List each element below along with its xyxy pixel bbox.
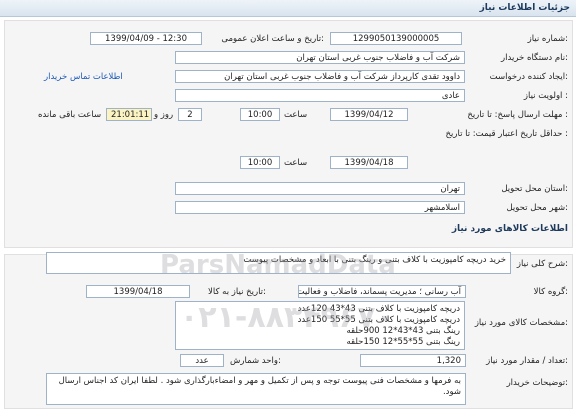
group-field: آب رسانی ؛ مدیریت پسماند، فاضلاب و فعالی… bbox=[298, 285, 466, 298]
qty-field: 1,320 bbox=[360, 354, 466, 367]
summary-label: شرح کلی نیاز: bbox=[516, 259, 568, 269]
unit-field: عدد bbox=[180, 354, 224, 367]
buyer-notes-field: به فرمها و مشخصات فنی پیوست توجه و پس از… bbox=[46, 373, 466, 405]
watermark-brand: ParsNamadData bbox=[160, 250, 396, 280]
goods-section-title: اطلاعات کالاهای مورد نیاز bbox=[451, 224, 568, 234]
specs-line: رینگ بتنی 55*55*12 150حلقه bbox=[346, 337, 461, 347]
creator-label: ایجاد کننده درخواست: bbox=[489, 72, 568, 82]
remaining-time-label: ساعت باقی مانده bbox=[38, 110, 102, 120]
group-label: گروه کالا: bbox=[533, 287, 568, 297]
remaining-time-field: 21:01:11 bbox=[106, 108, 152, 121]
page-header: جزئیات اطلاعات نیاز bbox=[0, 0, 576, 17]
buyer-label: نام دستگاه خریدار: bbox=[501, 53, 568, 63]
need-date-label: تاریخ نیاز به کالا: bbox=[208, 287, 266, 297]
need-number-label: شماره نیاز: bbox=[527, 34, 568, 44]
buyer-notes-label: توضیحات خریدار: bbox=[506, 378, 568, 388]
deadline-date-field: 1399/04/12 bbox=[330, 108, 408, 121]
validity-date-field: 1399/04/18 bbox=[330, 156, 408, 169]
announce-label: تاریخ و ساعت اعلان عمومی: bbox=[221, 34, 324, 44]
deadline-time-label: ساعت bbox=[284, 110, 308, 120]
deadline-label: مهلت ارسال پاسخ: تا تاریخ : bbox=[467, 110, 568, 120]
creator-field: داوود تقدی کارپرداز شرکت آب و فاضلاب جنو… bbox=[175, 70, 465, 83]
deadline-time-field: 10:00 bbox=[240, 108, 280, 121]
days-remaining-field: 2 bbox=[178, 108, 202, 121]
city-label: شهر محل تحویل: bbox=[506, 203, 568, 213]
priority-field: عادی bbox=[175, 89, 465, 102]
need-date-field: 1399/04/18 bbox=[86, 285, 190, 298]
need-number-field: 1299050139000005 bbox=[330, 32, 462, 45]
buyer-contact-link[interactable]: اطلاعات تماس خریدار bbox=[44, 72, 123, 82]
province-label: استان محل تحویل: bbox=[501, 184, 568, 194]
unit-label: واحد شمارش: bbox=[230, 356, 281, 366]
validity-time-label: ساعت bbox=[284, 158, 308, 168]
page-title: جزئیات اطلاعات نیاز bbox=[479, 3, 570, 13]
days-label: روز و bbox=[154, 110, 174, 120]
buyer-field: شرکت آب و فاضلاب جنوب غربی استان تهران bbox=[175, 51, 465, 64]
validity-label-text: حداقل تاریخ اعتبار قیمت: تا تاریخ : bbox=[445, 129, 568, 139]
announce-field: 1399/04/09 - 12:30 bbox=[90, 32, 202, 45]
specs-label: مشخصات کالای مورد نیاز: bbox=[474, 318, 568, 328]
qty-label: تعداد / مقدار مورد نیاز: bbox=[486, 356, 568, 366]
province-field: تهران bbox=[175, 182, 465, 195]
validity-label: حداقل تاریخ اعتبار قیمت: تا تاریخ : bbox=[446, 129, 568, 139]
watermark-phone: ۰۲۱-۸۸۳۴۹۶۷۰ bbox=[180, 300, 394, 335]
validity-time-field: 10:00 bbox=[240, 156, 280, 169]
city-field: اسلامشهر bbox=[175, 201, 465, 214]
priority-label: اولویت نیاز : bbox=[523, 91, 568, 101]
